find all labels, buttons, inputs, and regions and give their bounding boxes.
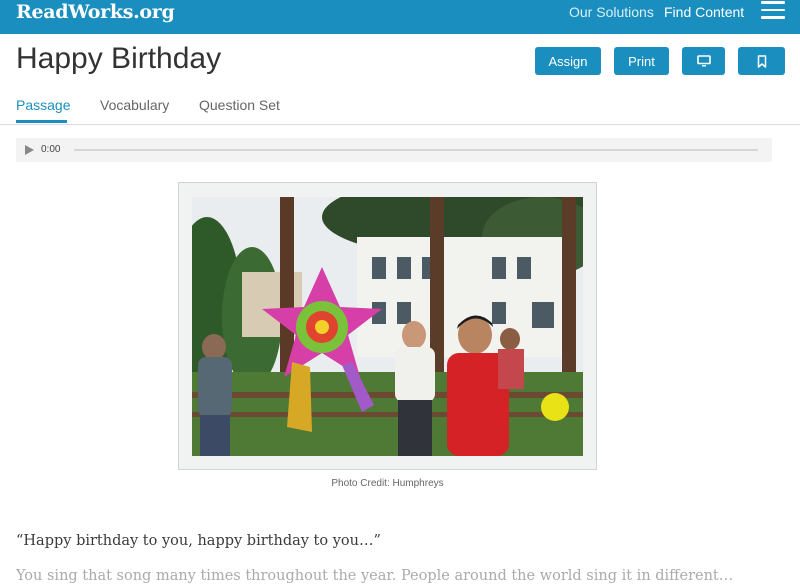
top-navigation-bar: ReadWorks.org Our Solutions Find Content bbox=[0, 0, 800, 34]
article-figure bbox=[178, 182, 597, 470]
hamburger-menu-icon[interactable] bbox=[761, 1, 785, 21]
play-icon[interactable] bbox=[25, 145, 34, 155]
tab-passage[interactable]: Passage bbox=[16, 97, 70, 113]
active-tab-indicator bbox=[16, 120, 67, 123]
tabs-divider bbox=[0, 124, 800, 125]
bookmark-icon bbox=[757, 54, 766, 68]
tab-question-set[interactable]: Question Set bbox=[199, 97, 280, 113]
assign-button[interactable]: Assign bbox=[535, 47, 601, 75]
tab-vocabulary[interactable]: Vocabulary bbox=[100, 97, 169, 113]
passage-paragraph: You sing that song many times throughout… bbox=[16, 568, 734, 584]
print-button[interactable]: Print bbox=[614, 47, 669, 75]
audio-time: 0:00 bbox=[41, 144, 61, 155]
present-button[interactable] bbox=[682, 47, 725, 75]
readworks-logo[interactable]: ReadWorks.org bbox=[16, 1, 175, 23]
photo-caption: Photo Credit: Humphreys bbox=[331, 478, 444, 489]
nav-our-solutions[interactable]: Our Solutions bbox=[569, 4, 654, 20]
bookmark-button[interactable] bbox=[738, 47, 785, 75]
audio-progress-track[interactable] bbox=[74, 149, 758, 151]
page-title: Happy Birthday bbox=[16, 42, 222, 75]
nav-find-content[interactable]: Find Content bbox=[664, 4, 744, 20]
passage-paragraph: “Happy birthday to you, happy birthday t… bbox=[16, 533, 381, 549]
monitor-icon bbox=[696, 55, 711, 67]
birthday-pinata-photo bbox=[192, 197, 583, 456]
audio-player: 0:00 bbox=[16, 138, 772, 162]
